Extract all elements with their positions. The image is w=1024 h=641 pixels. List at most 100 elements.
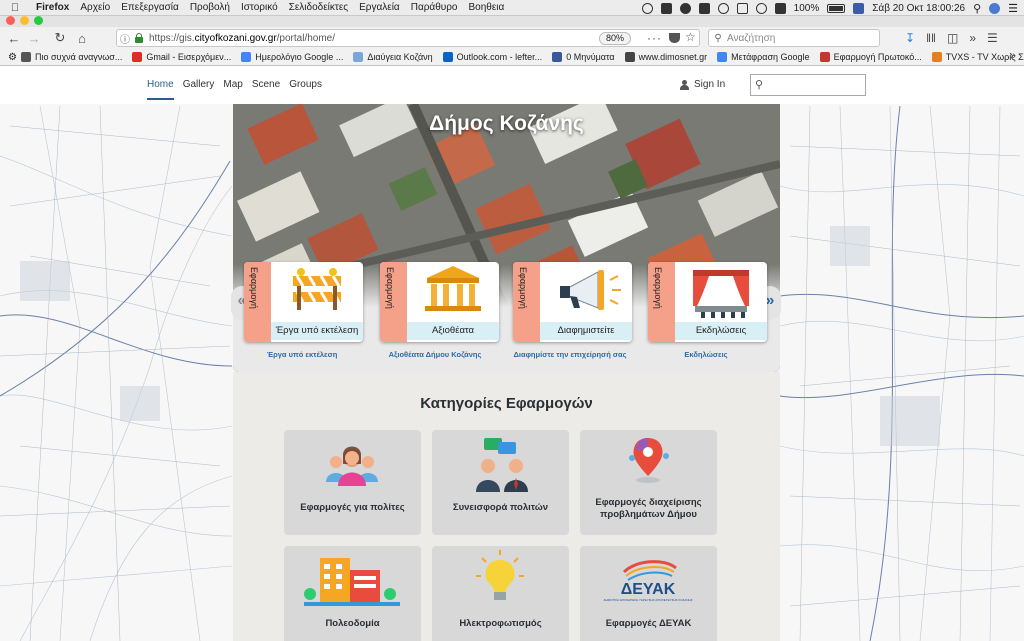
menu-history[interactable]: Ιστορικό: [241, 2, 278, 13]
dropbox-icon[interactable]: [660, 2, 672, 14]
bookmark-star-icon[interactable]: ☆: [685, 30, 696, 44]
reload-icon[interactable]: ↻: [50, 28, 70, 48]
megaphone-icon: [560, 270, 621, 310]
home-icon[interactable]: ⌂: [72, 28, 92, 48]
bookmark-item[interactable]: Διαύγεια Κοζάνη: [353, 52, 433, 62]
wifi-icon[interactable]: [755, 2, 767, 14]
app-card-events[interactable]: Εφαρμογή Εκδηλώσεις: [648, 262, 767, 342]
url-text[interactable]: https://gis.cityofkozani.gov.gr/portal/h…: [149, 33, 335, 44]
flag-icon[interactable]: [853, 2, 865, 14]
bookmark-item[interactable]: www.dimosnet.gr: [624, 52, 708, 62]
zoom-level-badge[interactable]: 80%: [599, 32, 632, 45]
portal-search-input[interactable]: ⚲: [750, 74, 866, 96]
search-icon: ⚲: [714, 32, 722, 44]
card-link-advertise[interactable]: Διαφημίστε την επιχείρησή σας: [505, 349, 635, 360]
sync-icon[interactable]: [641, 2, 653, 14]
menu-window[interactable]: Παράθυρο: [411, 2, 458, 13]
bookmarks-toolbar: ⚙ Πιο συχνά αναγνωσ... Gmail - Εισερχόμε…: [0, 49, 1024, 66]
nav-map[interactable]: Map: [223, 79, 242, 100]
notification-center-icon[interactable]: ☰: [1008, 2, 1018, 15]
translate-icon: [717, 52, 728, 62]
bookmark-item[interactable]: 0 Μηνύματα: [552, 52, 615, 62]
nav-home[interactable]: Home: [147, 79, 174, 100]
nav-scene[interactable]: Scene: [252, 79, 280, 100]
menu-file[interactable]: Αρχείο: [80, 2, 110, 13]
address-bar[interactable]: ⓘ https://gis.cityofkozani.gov.gr/portal…: [116, 29, 700, 47]
minimize-window-button[interactable]: [20, 16, 29, 25]
search-bar[interactable]: ⚲ Αναζήτηση: [708, 29, 880, 47]
card-link-sights[interactable]: Αξιοθέατα Δήμου Κοζάνης: [370, 349, 500, 360]
battery-icon[interactable]: [827, 3, 846, 13]
bluetooth-icon[interactable]: [736, 2, 748, 14]
menu-tools[interactable]: Εργαλεία: [359, 2, 400, 13]
nav-gallery[interactable]: Gallery: [183, 79, 215, 100]
library-icon[interactable]: ‖‖: [926, 31, 936, 45]
app-card-projects[interactable]: Εφαρμογή Έργα υπό εκτέλεση: [244, 262, 363, 342]
gmail-icon: [132, 52, 143, 62]
forward-icon[interactable]: →: [24, 28, 44, 48]
more-bookmarks-chevron-icon[interactable]: »: [1010, 50, 1016, 62]
toolbar-right-icons: ↧ ‖‖ ◫ » ☰: [905, 27, 998, 49]
bookmark-label: Gmail - Εισερχόμεν...: [146, 52, 232, 62]
bookmark-item[interactable]: Εφαρμογή Πρωτοκό...: [819, 52, 922, 62]
downloads-icon[interactable]: ↧: [905, 31, 915, 45]
outlook-icon: [442, 52, 453, 62]
deyak-logo-subtitle: ΔΗΜΟΤΙΚΗ ΕΠΙΧΕΙΡΗΣΗ ΥΔΡΕΥΣΗΣ ΑΠΟΧΕΤΕΥΣΗΣ…: [603, 598, 692, 602]
spotlight-icon[interactable]: ⚲: [973, 2, 981, 15]
tile-label: Ηλεκτροφωτισμός: [459, 618, 542, 629]
menubar-status-area: 100% Σάβ 20 Οκτ 18:00:26 ⚲ ☰: [641, 0, 1018, 16]
pocket-icon[interactable]: [669, 33, 680, 43]
menu-edit[interactable]: Επεξεργασία: [121, 2, 179, 13]
citizens-chat-icon: [476, 438, 528, 492]
close-window-button[interactable]: [6, 16, 15, 25]
tile-urban-planning[interactable]: Πολεοδομία: [284, 546, 421, 641]
bookmark-item[interactable]: Ημερολόγιο Google ...: [241, 52, 343, 62]
calendar-icon: [241, 52, 252, 62]
menu-app-name[interactable]: Firefox: [36, 2, 69, 13]
bookmark-item[interactable]: Outlook.com - lefter...: [442, 52, 542, 62]
sidebar-icon[interactable]: ◫: [947, 31, 958, 45]
page-actions-icon[interactable]: ···: [647, 31, 662, 45]
card-tag-stripe: Εφαρμογή: [648, 262, 675, 342]
menu-bookmarks[interactable]: Σελιδοδείκτες: [289, 2, 348, 13]
card-link-projects[interactable]: Έργα υπό εκτέλεση: [237, 349, 367, 360]
tile-citizen-contribution[interactable]: Συνεισφορά πολιτών: [432, 430, 569, 535]
menu-view[interactable]: Προβολή: [190, 2, 230, 13]
zoom-window-button[interactable]: [34, 16, 43, 25]
app-card-advertise[interactable]: Εφαρμογή Διαφημιστείτε: [513, 262, 632, 342]
tile-label: Συνεισφορά πολιτών: [452, 502, 549, 513]
clock[interactable]: Σάβ 20 Οκτ 18:00:26: [872, 3, 965, 14]
bookmark-item[interactable]: Gmail - Εισερχόμεν...: [132, 52, 231, 62]
citizens-group-icon: [326, 446, 378, 486]
siri-icon[interactable]: [989, 2, 1001, 14]
menu-help[interactable]: Βοηθεια: [468, 2, 504, 13]
tile-citizen-apps[interactable]: Εφαρμογές για πολίτες: [284, 430, 421, 535]
card-tag-stripe: Εφαρμογή: [244, 262, 271, 342]
app-card-sights[interactable]: Εφαρμογή Αξιοθέατα: [380, 262, 499, 342]
search-icon: ⚲: [755, 79, 764, 91]
volume-icon[interactable]: [774, 2, 786, 14]
card-tag: Εφαρμογή: [385, 267, 395, 309]
browser-toolbar: ← → ↻ ⌂ ⓘ https://gis.cityofkozani.gov.g…: [0, 27, 1024, 49]
time-machine-icon[interactable]: [717, 2, 729, 14]
tile-deyak-apps[interactable]: ΔΕΥΑΚ ΔΗΜΟΤΙΚΗ ΕΠΙΧΕΙΡΗΣΗ ΥΔΡΕΥΣΗΣ ΑΠΟΧΕ…: [580, 546, 717, 641]
bookmark-label: www.dimosnet.gr: [638, 52, 708, 62]
page-info-icon[interactable]: ⓘ: [117, 31, 133, 46]
sign-in-link[interactable]: Sign In: [680, 79, 725, 90]
evernote-icon[interactable]: [698, 2, 710, 14]
nav-groups[interactable]: Groups: [289, 79, 322, 100]
bookmark-item[interactable]: Πιο συχνά αναγνωσ...: [20, 52, 122, 62]
bookmark-item[interactable]: Μετάφραση Google: [717, 52, 810, 62]
card-link-events[interactable]: Εκδηλώσεις: [641, 349, 771, 360]
apple-logo-icon[interactable]: : [6, 2, 24, 14]
tile-label: Εφαρμογές για πολίτες: [300, 502, 405, 513]
back-icon[interactable]: ←: [4, 28, 24, 48]
bookmark-favicon-icon: [20, 52, 31, 62]
tile-street-lighting[interactable]: Ηλεκτροφωτισμός: [432, 546, 569, 641]
overflow-chevron-icon[interactable]: »: [969, 31, 976, 45]
card-tag: Εφαρμογή: [249, 267, 259, 309]
tile-problem-management[interactable]: Εφαρμογές διαχείρισης προβλημάτων Δήμου: [580, 430, 717, 535]
window-titlebar: [0, 16, 1024, 27]
hamburger-menu-icon[interactable]: ☰: [987, 31, 998, 45]
skype-icon[interactable]: [679, 2, 691, 14]
